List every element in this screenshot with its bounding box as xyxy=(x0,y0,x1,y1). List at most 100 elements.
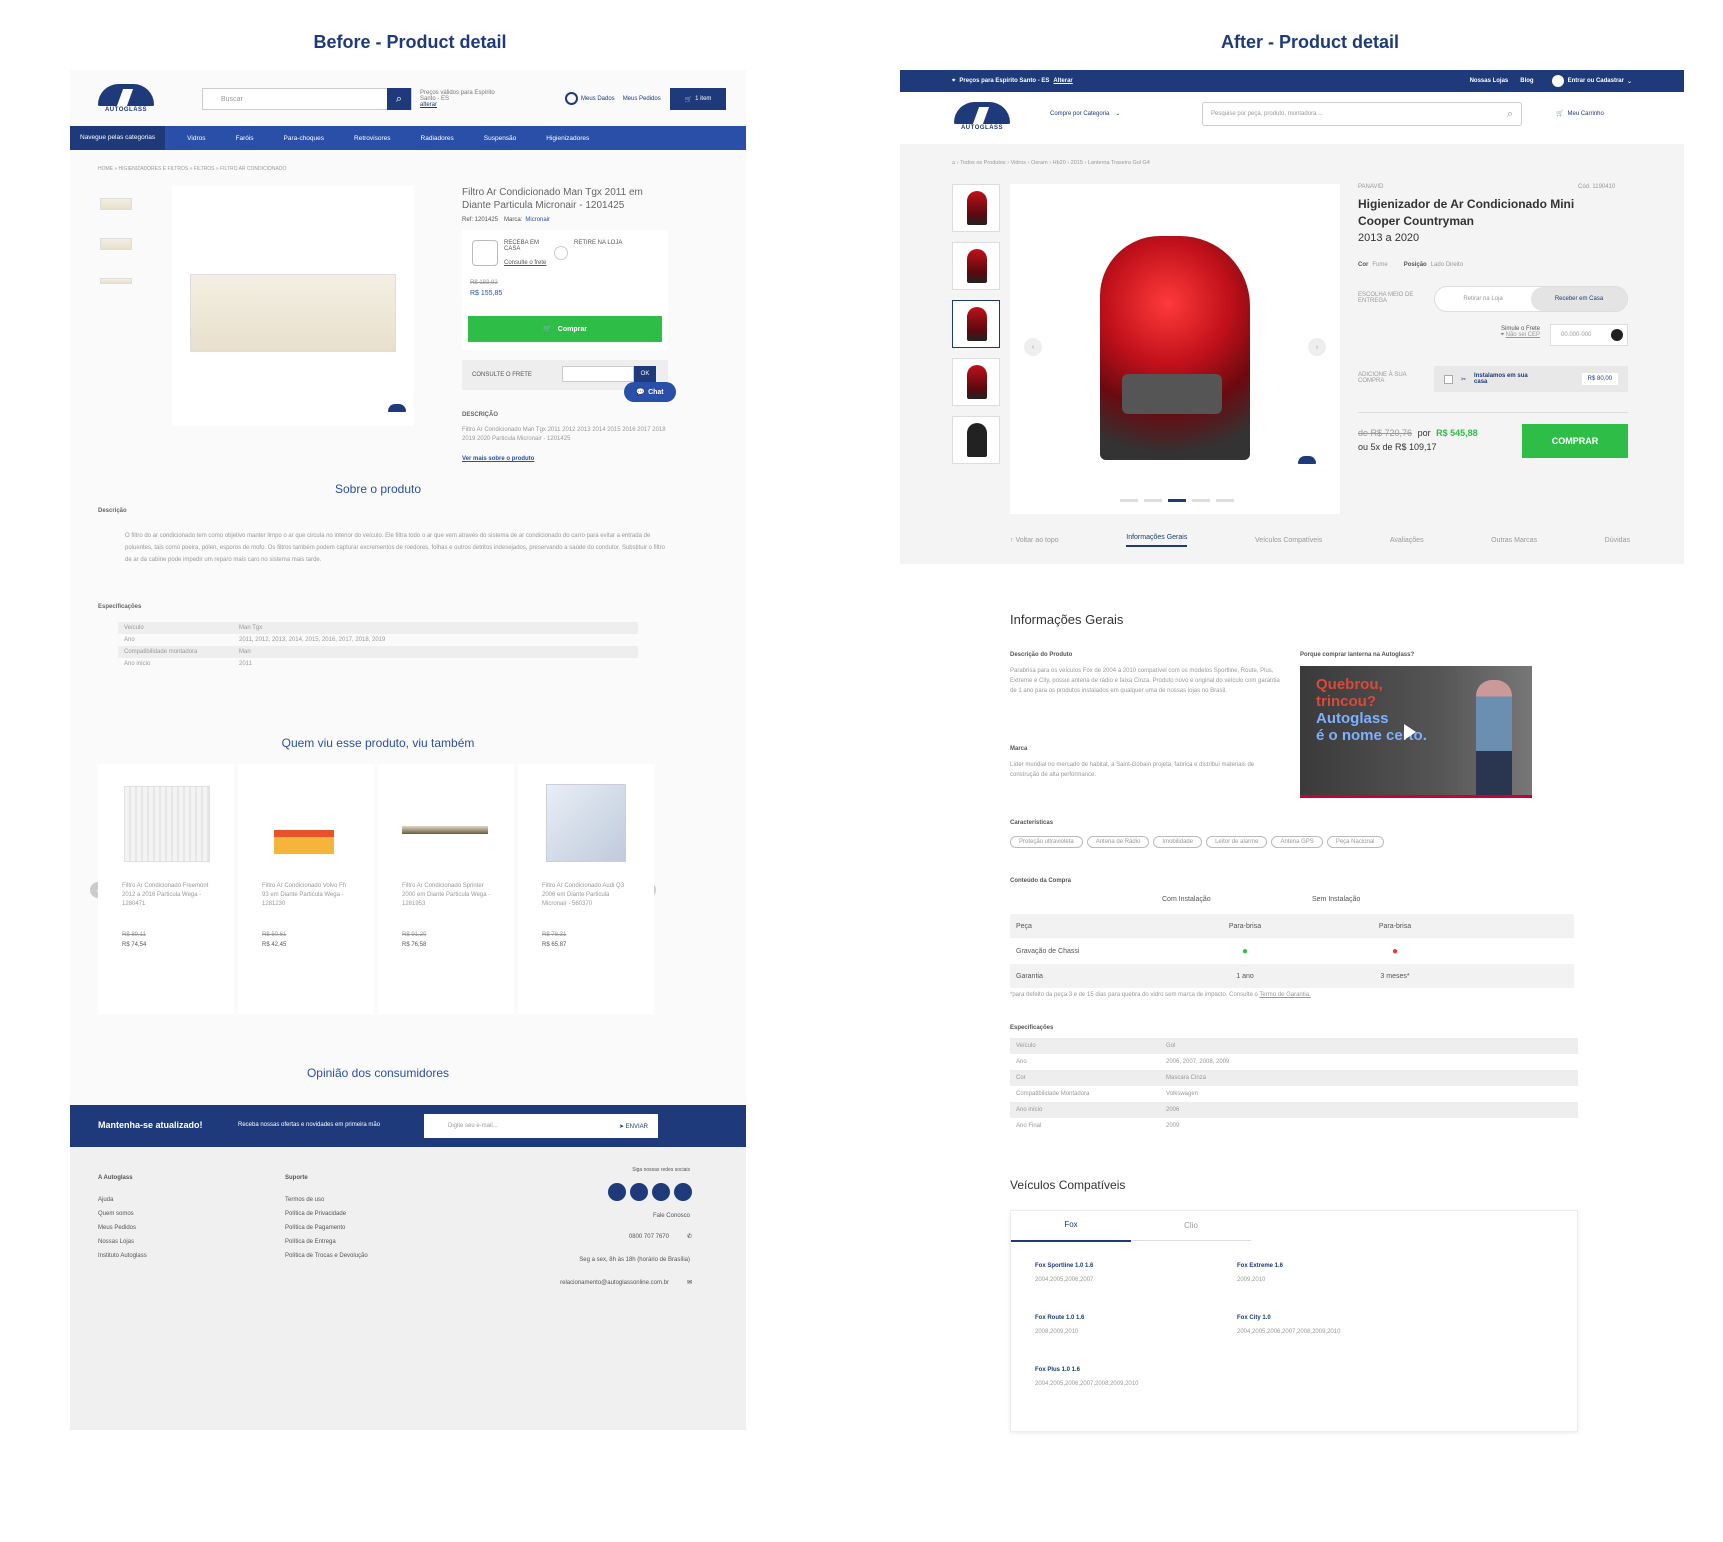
search-input[interactable]: Buscar xyxy=(203,96,387,103)
freight-link[interactable]: Consulte o frete xyxy=(504,260,546,266)
home-delivery-option[interactable]: Receber em Casa xyxy=(1531,287,1627,311)
thumbnail-3[interactable] xyxy=(100,278,132,284)
chat-button[interactable]: 💬 Chat xyxy=(624,382,676,402)
tab-back-to-top[interactable]: ↑ Voltar ao topo xyxy=(1010,537,1059,544)
footer-link[interactable]: Quem somos xyxy=(98,1207,147,1221)
related-old-price: R$ 50,61 xyxy=(262,932,287,938)
buy-button[interactable]: 🛒 Comprar xyxy=(468,316,662,342)
related-card-3[interactable]: Filtro Ar Condicionado Sprinter 2000 em … xyxy=(378,764,514,1014)
youtube-icon[interactable] xyxy=(652,1183,670,1201)
thumbnail-1[interactable] xyxy=(100,198,132,210)
gallery-prev-icon[interactable]: ‹ xyxy=(1024,338,1042,356)
pickup-option[interactable]: Retirar na Loja xyxy=(1435,296,1531,302)
home-icon[interactable]: ⌂ xyxy=(952,160,955,166)
go-icon[interactable] xyxy=(1611,329,1623,341)
related-card-2[interactable]: Filtro Ar Condicionado Volvo Fh 93 em Di… xyxy=(238,764,374,1014)
send-button[interactable]: ➤ ENVIAR xyxy=(619,1123,648,1130)
nav-item-retrovisores[interactable]: Retrovisores xyxy=(354,135,390,142)
cart-button[interactable]: 🛒 1 item xyxy=(670,88,726,110)
contents-cell: Peça xyxy=(1016,922,1032,930)
check-icon: ● xyxy=(1241,945,1249,957)
footer-link[interactable]: Política de Trocas e Devolução xyxy=(285,1249,368,1263)
location-change-link[interactable]: alterar xyxy=(420,102,437,108)
tab-general-info[interactable]: Informações Gerais xyxy=(1126,534,1188,547)
play-icon[interactable] xyxy=(1404,724,1416,740)
delivery-store-option[interactable]: RETIRE NA LOJA xyxy=(574,240,622,246)
search-icon[interactable]: ⌕ xyxy=(387,88,411,110)
related-card-4[interactable]: Filtro Ar Condicionado Audi Q3 2006 em D… xyxy=(518,764,654,1014)
addon-box[interactable]: ✂ Instalamos em sua casa R$ 80,00 xyxy=(1434,366,1628,392)
footer-link[interactable]: Nossas Lojas xyxy=(98,1235,147,1249)
tab-other-brands[interactable]: Outras Marcas xyxy=(1491,537,1537,544)
addon-checkbox[interactable] xyxy=(1444,374,1453,384)
warranty-link[interactable]: Termo de Garantia. xyxy=(1259,992,1310,998)
video-player[interactable]: Quebrou, trincou? Autoglass é o nome cer… xyxy=(1300,666,1532,798)
delivery-home-option[interactable]: RECEBA EM CASA xyxy=(504,240,544,252)
gallery-dot[interactable] xyxy=(1144,499,1162,502)
logo[interactable]: AUTOGLASS xyxy=(98,84,154,113)
nav-item-farois[interactable]: Faróis xyxy=(235,135,253,142)
user-icon[interactable] xyxy=(565,92,578,105)
buy-label: COMPRAR xyxy=(1551,436,1599,446)
compat-tab-fox[interactable]: Fox xyxy=(1011,1210,1131,1242)
footer-link[interactable]: Instituto Autoglass xyxy=(98,1249,147,1263)
video-progress[interactable] xyxy=(1300,795,1532,798)
footer-link[interactable]: Termos de uso xyxy=(285,1193,368,1207)
thumbnail-2[interactable] xyxy=(952,242,1000,290)
search-bar[interactable]: Pesquise por peça, produto, montadora ..… xyxy=(1202,102,1522,126)
logo[interactable]: AUTOGLASS xyxy=(954,102,1010,131)
footer-link[interactable]: Ajuda xyxy=(98,1193,147,1207)
nav-item-vidros[interactable]: Vidros xyxy=(187,135,205,142)
cep-link[interactable]: Não sei CEP xyxy=(1506,332,1540,338)
thumbnail-4[interactable] xyxy=(952,358,1000,406)
email-text[interactable]: relacionamento@autoglassonline.com.br xyxy=(560,1280,669,1286)
thumbnail-1[interactable] xyxy=(952,184,1000,232)
ok-button[interactable]: OK xyxy=(634,366,656,382)
cart-link[interactable]: 🛒 Meu Carrinho xyxy=(1556,110,1604,118)
tab-reviews[interactable]: Avaliações xyxy=(1390,537,1424,544)
search-icon[interactable]: ⌕ xyxy=(1507,108,1513,121)
stores-link[interactable]: Nossas Lojas xyxy=(1470,78,1509,84)
footer-link[interactable]: Política de Privacidade xyxy=(285,1207,368,1221)
linkedin-icon[interactable] xyxy=(674,1183,692,1201)
search-bar[interactable]: Buscar ⌕ xyxy=(202,88,412,110)
location-change-link[interactable]: Alterar xyxy=(1053,78,1072,84)
thumbnail-5[interactable] xyxy=(952,416,1000,464)
thumbnail-2[interactable] xyxy=(100,238,132,250)
related-card-1[interactable]: Filtro Ar Condicionado Freemont 2012 a 2… xyxy=(98,764,234,1014)
category-dropdown[interactable]: Compre por Categoria ⌄ xyxy=(1050,110,1120,118)
my-orders-link[interactable]: Meus Pedidos xyxy=(623,96,661,102)
search-input[interactable]: Pesquise por peça, produto, montadora ..… xyxy=(1203,111,1507,117)
footer-link[interactable]: Política de Entrega xyxy=(285,1235,368,1249)
blog-link[interactable]: Blog xyxy=(1520,78,1533,84)
footer-link[interactable]: Meus Pedidos xyxy=(98,1221,147,1235)
gallery-dot[interactable] xyxy=(1192,499,1210,502)
my-data-link[interactable]: Meus Dados xyxy=(581,96,615,102)
freight-cep-input[interactable] xyxy=(562,366,634,382)
see-more-link[interactable]: Ver mais sobre o produto xyxy=(462,456,534,462)
footer-link[interactable]: Política de Pagamento xyxy=(285,1221,368,1235)
delivery-toggle: Retirar na Loja Receber em Casa xyxy=(1434,286,1628,312)
instagram-icon[interactable] xyxy=(630,1183,648,1201)
gallery-next-icon[interactable]: › xyxy=(1308,338,1326,356)
buy-button[interactable]: COMPRAR xyxy=(1522,424,1628,458)
login-link[interactable]: Entrar ou Cadastrar xyxy=(1568,78,1624,84)
nav-item-parachoques[interactable]: Para-choques xyxy=(284,135,324,142)
gallery-dot[interactable] xyxy=(1120,499,1138,502)
facebook-icon[interactable] xyxy=(608,1183,626,1201)
brand-link[interactable]: Micronair xyxy=(525,217,550,223)
nav-item-suspensao[interactable]: Suspensão xyxy=(484,135,517,142)
newsletter-input[interactable]: Digite seu e-mail... ➤ ENVIAR xyxy=(424,1114,658,1138)
brand-badge-icon xyxy=(1298,456,1316,464)
nav-item-categories[interactable]: Navegue pelas categorias xyxy=(70,126,166,150)
gallery-dot[interactable] xyxy=(1216,499,1234,502)
nav-item-radiadores[interactable]: Radiadores xyxy=(421,135,454,142)
spec-key: Compatibilidade montadora xyxy=(124,649,198,655)
tab-compatible[interactable]: Veículos Compatíveis xyxy=(1255,537,1322,544)
gallery-dot[interactable] xyxy=(1168,499,1186,502)
nav-item-higienizadores[interactable]: Higienizadores xyxy=(546,135,589,142)
compat-tab-clio[interactable]: Clio xyxy=(1131,1211,1251,1241)
cep-input[interactable]: 00.000-000 xyxy=(1550,324,1628,346)
thumbnail-3[interactable] xyxy=(952,300,1000,348)
tab-questions[interactable]: Dúvidas xyxy=(1605,537,1630,544)
